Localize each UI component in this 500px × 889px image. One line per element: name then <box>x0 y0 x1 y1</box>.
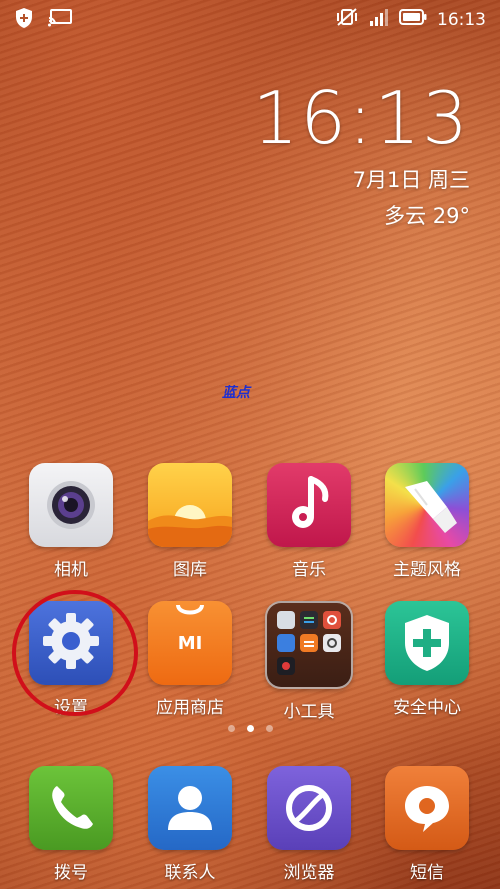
dock-contacts[interactable]: 联系人 <box>135 766 245 883</box>
contacts-icon <box>148 766 232 850</box>
app-label: 相机 <box>54 560 88 580</box>
app-store[interactable]: MI 应用商店 <box>135 601 245 718</box>
watermark: 蓝点 <box>222 385 250 401</box>
dock-phone[interactable]: 拨号 <box>16 766 126 883</box>
app-label: 联系人 <box>164 863 216 883</box>
app-label: 主题风格 <box>393 560 461 580</box>
app-label: 小工具 <box>283 702 335 722</box>
music-icon <box>267 463 351 547</box>
app-label: 安全中心 <box>393 698 461 718</box>
status-bar: 16:13 <box>0 0 500 36</box>
status-right-icons: 16:13 <box>335 7 486 32</box>
gallery-icon <box>148 463 232 547</box>
app-security[interactable]: 安全中心 <box>372 601 482 718</box>
dock-browser[interactable]: 浏览器 <box>254 766 364 883</box>
app-label: 浏览器 <box>283 863 335 883</box>
app-label: 音乐 <box>292 560 326 580</box>
theme-brush-icon <box>385 463 469 547</box>
camera-icon <box>29 463 113 547</box>
clock-date: 7月1日 周三 <box>352 168 470 192</box>
clock-time: 16:13 <box>252 76 470 160</box>
app-theme[interactable]: 主题风格 <box>372 463 482 580</box>
app-label: 拨号 <box>54 863 88 883</box>
battery-icon <box>399 8 427 31</box>
signal-icon <box>369 7 389 32</box>
page-dot-active[interactable] <box>246 725 254 732</box>
clock-widget[interactable]: 16:13 7月1日 周三 多云 29° <box>253 78 471 230</box>
status-time: 16:13 <box>437 9 486 30</box>
shield-plus-icon <box>14 7 34 34</box>
highlight-circle <box>12 590 138 716</box>
app-label: 图库 <box>173 560 207 580</box>
app-gallery[interactable]: 图库 <box>135 463 245 580</box>
dock-sms[interactable]: 短信 <box>372 766 482 883</box>
screen-cast-icon <box>48 8 74 33</box>
clock-weather: 多云 29° <box>384 204 470 228</box>
app-camera[interactable]: 相机 <box>16 463 126 580</box>
dock: 拨号 联系人 浏览器 短信 <box>0 760 500 889</box>
sms-icon <box>385 766 469 850</box>
browser-icon <box>267 766 351 850</box>
page-dot[interactable] <box>265 725 273 732</box>
app-music[interactable]: 音乐 <box>254 463 364 580</box>
phone-icon <box>29 766 113 850</box>
vibrate-off-icon <box>335 7 359 32</box>
page-indicator[interactable] <box>0 725 500 732</box>
app-label: 应用商店 <box>156 698 224 718</box>
status-left-icons <box>14 7 74 34</box>
security-shield-icon <box>385 601 469 685</box>
page-dot[interactable] <box>227 725 235 732</box>
svg-text:MI: MI <box>178 633 203 654</box>
app-tools-folder[interactable]: 小工具 <box>254 601 364 722</box>
tools-folder-icon <box>265 601 353 689</box>
mi-store-icon: MI <box>148 601 232 685</box>
app-label: 短信 <box>410 863 444 883</box>
